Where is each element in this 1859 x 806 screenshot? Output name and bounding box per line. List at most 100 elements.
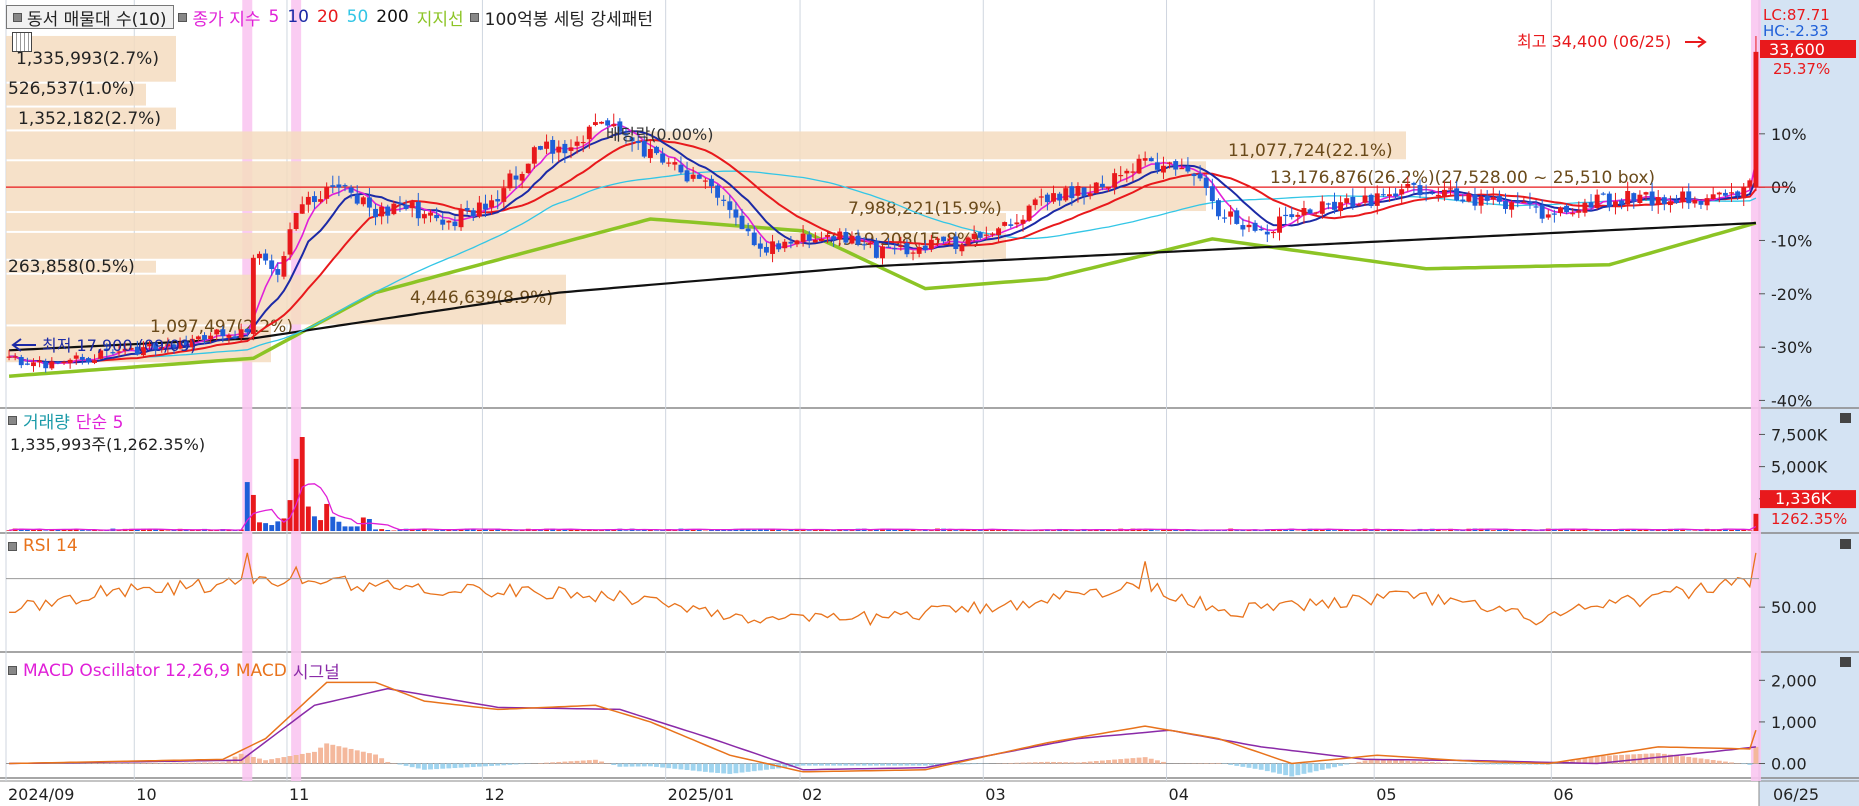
volume-title[interactable]: 거래량 bbox=[23, 408, 70, 433]
candle-body bbox=[867, 242, 873, 245]
macd-oscillator-bar bbox=[1264, 763, 1270, 772]
ma50-label[interactable]: 50 bbox=[345, 7, 371, 27]
macd-oscillator-bar bbox=[1704, 759, 1710, 764]
volume-info: 1,335,993주(1,262.35%) bbox=[10, 435, 206, 454]
volume-bar bbox=[953, 530, 959, 531]
macd-oscillator-bar bbox=[1405, 760, 1411, 764]
candle-body bbox=[1631, 193, 1637, 202]
candle-body bbox=[904, 243, 910, 255]
candle-body bbox=[1277, 216, 1282, 233]
macd-oscillator-bar bbox=[1057, 762, 1063, 764]
candle-body bbox=[580, 141, 586, 144]
candle-body bbox=[244, 328, 250, 333]
macd-oscillator-bar bbox=[1289, 763, 1295, 777]
macd-oscillator-bar bbox=[550, 762, 556, 764]
candle-body bbox=[1295, 214, 1301, 217]
candle-body bbox=[916, 246, 922, 254]
candle-body bbox=[1374, 193, 1380, 206]
candle-body bbox=[1203, 177, 1209, 188]
macd-oscillator-bar bbox=[818, 763, 824, 766]
x-tick-label: 02 bbox=[802, 785, 822, 804]
ma200-label[interactable]: 200 bbox=[374, 7, 410, 27]
macd-oscillator-bar bbox=[1729, 762, 1734, 764]
macd-oscillator-bar bbox=[1148, 758, 1154, 764]
volume-bar bbox=[1380, 530, 1386, 531]
macd-oscillator-bar bbox=[366, 753, 372, 764]
candle-body bbox=[568, 147, 574, 151]
macd-oscillator-bar bbox=[892, 763, 898, 766]
volume-bar bbox=[165, 530, 171, 531]
calculator-icon[interactable] bbox=[12, 32, 32, 52]
volume-bar bbox=[373, 529, 378, 531]
macd-oscillator-bar bbox=[574, 760, 580, 764]
ma-label[interactable]: 종가 지수 bbox=[191, 5, 263, 30]
volume-bar bbox=[1154, 530, 1160, 531]
indicator-select[interactable]: 동서 매물대 수(10) bbox=[6, 5, 174, 30]
macd-oscillator-bar bbox=[1118, 759, 1124, 764]
macd-oscillator-bar bbox=[690, 763, 696, 771]
candle-body bbox=[1741, 186, 1747, 199]
macd-oscillator-bar bbox=[1509, 763, 1515, 765]
macd-oscillator-bar bbox=[721, 763, 727, 774]
ma20-label[interactable]: 20 bbox=[315, 7, 341, 27]
square-bullet-icon bbox=[177, 12, 187, 22]
candle-body bbox=[1564, 205, 1570, 213]
candle-body bbox=[1093, 182, 1099, 194]
candle-body bbox=[586, 126, 592, 140]
candle-body bbox=[959, 244, 965, 252]
candle-body bbox=[800, 233, 806, 242]
macd-oscillator-bar bbox=[794, 763, 800, 767]
volume-profile-label: 13,176,876(26.2%)(27,528.00 ~ 25,510 box… bbox=[1270, 168, 1655, 188]
candle-body bbox=[1393, 193, 1399, 197]
candle-body bbox=[1417, 185, 1423, 196]
macd-oscillator-bar bbox=[965, 763, 971, 765]
volume-bar bbox=[342, 526, 348, 531]
macd-oscillator-bar bbox=[861, 763, 867, 766]
macd-oscillator-bar bbox=[1252, 763, 1258, 769]
macd-oscillator-bar bbox=[171, 762, 177, 764]
macd-oscillator-bar bbox=[611, 763, 617, 766]
macd-oscillator-bar bbox=[1496, 763, 1502, 765]
macd-oscillator-bar bbox=[623, 763, 629, 767]
candle-body bbox=[195, 336, 201, 340]
macd-tick-label: 0.00 bbox=[1771, 755, 1807, 774]
macd-oscillator-bar bbox=[1338, 763, 1344, 766]
ma10-label[interactable]: 10 bbox=[285, 7, 311, 27]
macd-oscillator-bar bbox=[140, 762, 146, 764]
macd-label[interactable]: MACD bbox=[236, 661, 287, 681]
candle-body bbox=[1161, 165, 1166, 173]
ma5-label[interactable]: 5 bbox=[267, 7, 282, 27]
volume-ma-label[interactable]: 단순 5 bbox=[76, 408, 124, 433]
volume-bar bbox=[318, 520, 324, 531]
macd-oscillator-bar bbox=[495, 763, 501, 766]
macd-title[interactable]: MACD Oscillator 12,26,9 bbox=[23, 661, 230, 681]
volume-bar bbox=[354, 526, 360, 531]
support-label[interactable]: 지지선 bbox=[415, 5, 466, 30]
candle-body bbox=[220, 329, 226, 337]
candle-body bbox=[715, 185, 721, 198]
candle-body bbox=[1478, 196, 1484, 206]
volume-bar bbox=[275, 521, 281, 531]
macd-oscillator-bar bbox=[403, 763, 409, 766]
macd-oscillator-bar bbox=[654, 763, 659, 767]
macd-oscillator-bar bbox=[116, 762, 122, 764]
macd-oscillator-bar bbox=[1087, 761, 1093, 764]
macd-oscillator-bar bbox=[635, 763, 641, 767]
macd-oscillator-bar bbox=[1240, 763, 1246, 767]
macd-oscillator-bar bbox=[409, 763, 415, 768]
candle-body bbox=[1289, 214, 1295, 218]
macd-oscillator-bar bbox=[287, 756, 293, 764]
candle-body bbox=[1600, 193, 1606, 195]
pattern-label[interactable]: 100억봉 세팅 강세패턴 bbox=[483, 5, 655, 30]
macd-oscillator-bar bbox=[379, 758, 385, 764]
macd-oscillator-bar bbox=[1215, 762, 1221, 764]
macd-oscillator-bar bbox=[483, 763, 488, 767]
macd-oscillator-bar bbox=[922, 763, 928, 766]
candle-body bbox=[1246, 224, 1252, 228]
macd-oscillator-bar bbox=[1325, 763, 1331, 769]
candle-body bbox=[1558, 207, 1563, 214]
rsi-title[interactable]: RSI 14 bbox=[23, 536, 78, 556]
signal-label[interactable]: 시그널 bbox=[293, 658, 340, 683]
candle-body bbox=[1063, 188, 1069, 201]
current-volume-label: 1,336K bbox=[1775, 489, 1832, 508]
